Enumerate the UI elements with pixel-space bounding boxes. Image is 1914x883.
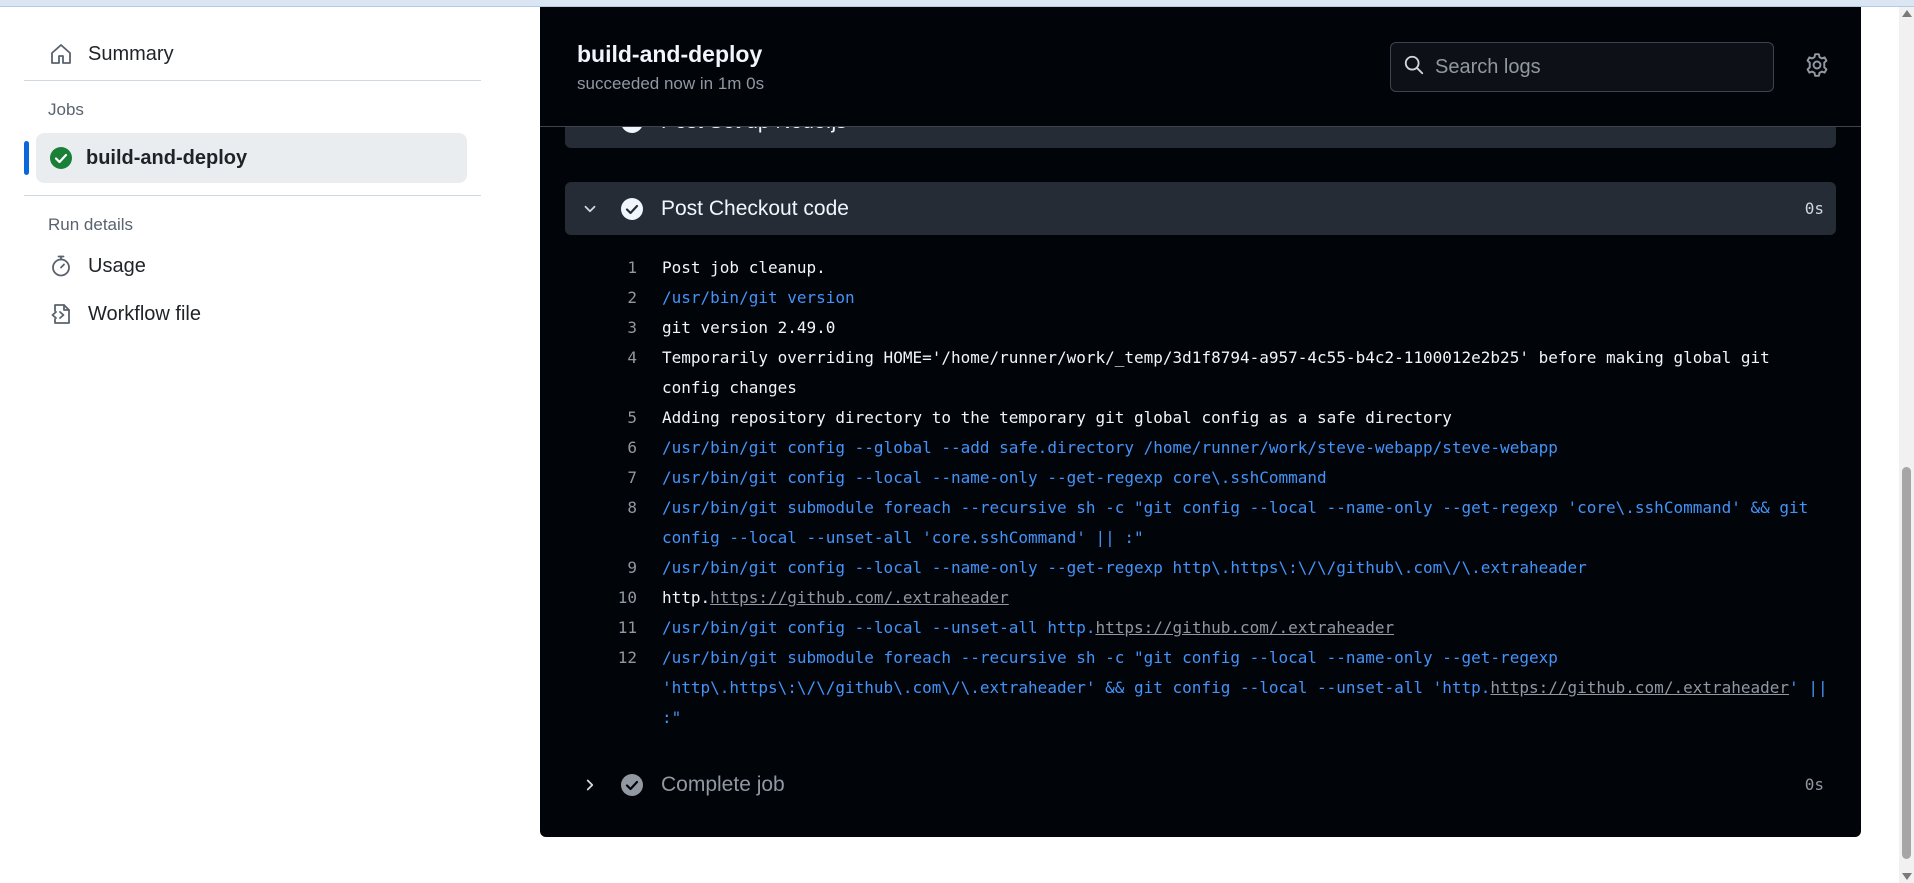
log-command-text: /usr/bin/git submodule foreach --recursi… xyxy=(662,498,1818,547)
active-indicator xyxy=(24,141,29,175)
step-log-output: 1 Post job cleanup. 2 /usr/bin/git versi… xyxy=(540,253,1861,733)
log-text: git version 2.49.0 xyxy=(662,318,836,337)
job-log-header: build-and-deploy succeeded now in 1m 0s xyxy=(540,7,1861,127)
step-success-icon xyxy=(619,772,645,798)
chevron-down-icon xyxy=(575,200,605,218)
log-line: 9 /usr/bin/git config --local --name-onl… xyxy=(540,553,1861,583)
log-line: 2 /usr/bin/git version xyxy=(540,283,1861,313)
chevron-right-icon xyxy=(575,776,605,794)
step-success-icon xyxy=(619,196,645,222)
log-text-prefix: http. xyxy=(662,588,711,607)
jobs-heading: Jobs xyxy=(48,100,84,119)
log-command-text: /usr/bin/git config --local --unset-all … xyxy=(662,613,1832,643)
step-duration: 0s xyxy=(1804,775,1824,794)
log-link[interactable]: https://github.com/.extraheader xyxy=(1490,678,1789,697)
run-sidebar: Summary Jobs build-and-deploy Run detail… xyxy=(24,30,481,338)
line-number[interactable]: 5 xyxy=(540,403,637,433)
job-status-subtitle: succeeded now in 1m 0s xyxy=(577,74,765,93)
log-line: 8 /usr/bin/git submodule foreach --recur… xyxy=(540,493,1861,553)
file-code-icon xyxy=(48,301,74,327)
home-icon xyxy=(48,41,74,67)
sidebar-item-label: Usage xyxy=(88,254,146,277)
log-command-text: /usr/bin/git config --local --name-only … xyxy=(662,468,1327,487)
page-scrollbar[interactable] xyxy=(1899,7,1914,883)
line-number[interactable]: 6 xyxy=(540,433,637,463)
log-line: 7 /usr/bin/git config --local --name-onl… xyxy=(540,463,1861,493)
scrollbar-thumb[interactable] xyxy=(1902,467,1911,859)
step-name: Post Checkout code xyxy=(661,196,849,220)
job-log-panel: build-and-deploy succeeded now in 1m 0s … xyxy=(540,7,1861,837)
stopwatch-icon xyxy=(48,253,74,279)
gear-icon xyxy=(1804,52,1830,83)
log-text: Temporarily overriding HOME='/home/runne… xyxy=(662,348,1780,397)
line-number[interactable]: 12 xyxy=(540,643,637,733)
log-settings-button[interactable] xyxy=(1801,51,1833,83)
run-details-heading: Run details xyxy=(48,215,134,234)
line-number[interactable]: 10 xyxy=(540,583,637,613)
log-text: Adding repository directory to the tempo… xyxy=(662,408,1452,427)
divider xyxy=(24,195,481,196)
job-label: build-and-deploy xyxy=(86,146,248,169)
sidebar-item-label: Summary xyxy=(88,42,174,65)
log-line: 1 Post job cleanup. xyxy=(540,253,1861,283)
step-duration: 0s xyxy=(1804,199,1824,218)
log-text-prefix: /usr/bin/git config --local --unset-all … xyxy=(662,618,1096,637)
search-logs-box[interactable] xyxy=(1390,42,1774,92)
scroll-up-arrow-icon[interactable] xyxy=(1902,10,1912,17)
sidebar-item-summary[interactable]: Summary xyxy=(24,30,481,78)
search-logs-input[interactable] xyxy=(1435,55,1755,79)
log-link[interactable]: https://github.com/.extraheader xyxy=(710,588,1009,607)
sidebar-item-label: Workflow file xyxy=(88,302,201,325)
line-number[interactable]: 2 xyxy=(540,283,637,313)
job-title: build-and-deploy xyxy=(577,41,763,67)
line-number[interactable]: 1 xyxy=(540,253,637,283)
log-line: 10 http.https://github.com/.extraheader xyxy=(540,583,1861,613)
line-number[interactable]: 8 xyxy=(540,493,637,553)
log-text-prefix: /usr/bin/git submodule foreach --recursi… xyxy=(662,648,1568,697)
log-text: http.https://github.com/.extraheader xyxy=(662,583,1832,613)
log-command-text: /usr/bin/git version xyxy=(662,288,855,307)
log-link[interactable]: https://github.com/.extraheader xyxy=(1095,618,1394,637)
line-number[interactable]: 4 xyxy=(540,343,637,403)
log-line: 6 /usr/bin/git config --global --add saf… xyxy=(540,433,1861,463)
line-number[interactable]: 11 xyxy=(540,613,637,643)
line-number[interactable]: 7 xyxy=(540,463,637,493)
log-line: 3 git version 2.49.0 xyxy=(540,313,1861,343)
log-command-text: /usr/bin/git config --global --add safe.… xyxy=(662,438,1558,457)
line-number[interactable]: 9 xyxy=(540,553,637,583)
line-number[interactable]: 3 xyxy=(540,313,637,343)
sidebar-item-usage[interactable]: Usage xyxy=(24,242,481,290)
search-icon xyxy=(1403,54,1425,81)
success-check-icon xyxy=(48,145,74,171)
log-text: Post job cleanup. xyxy=(662,258,826,277)
browser-top-edge xyxy=(0,0,1914,7)
log-command-text: /usr/bin/git config --local --name-only … xyxy=(662,558,1587,577)
log-line: 4 Temporarily overriding HOME='/home/run… xyxy=(540,343,1861,403)
sidebar-item-workflow-file[interactable]: Workflow file xyxy=(24,290,481,338)
log-command-text: /usr/bin/git submodule foreach --recursi… xyxy=(662,643,1832,733)
step-complete-job[interactable]: Complete job 0s xyxy=(565,758,1836,811)
log-line: 5 Adding repository directory to the tem… xyxy=(540,403,1861,433)
sidebar-item-job-build-and-deploy[interactable]: build-and-deploy xyxy=(24,133,467,183)
scroll-down-arrow-icon[interactable] xyxy=(1902,873,1912,880)
log-line: 12 /usr/bin/git submodule foreach --recu… xyxy=(540,643,1861,733)
step-post-checkout-code[interactable]: Post Checkout code 0s xyxy=(565,182,1836,235)
divider xyxy=(24,80,481,81)
log-line: 11 /usr/bin/git config --local --unset-a… xyxy=(540,613,1861,643)
step-name: Complete job xyxy=(661,772,785,796)
